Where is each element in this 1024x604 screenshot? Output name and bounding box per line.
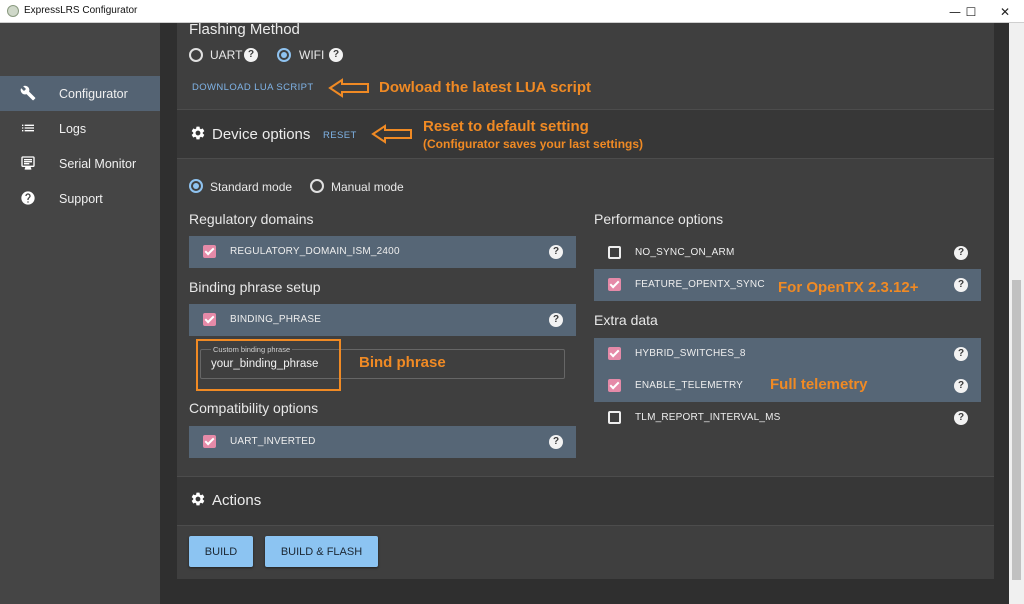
help-circle-icon xyxy=(21,191,35,205)
checkbox[interactable] xyxy=(608,246,621,259)
annotation-lua: Dowload the latest LUA script xyxy=(379,79,591,96)
actions-title: Actions xyxy=(212,492,262,509)
option-hybrid-switches-8[interactable]: HYBRID_SWITCHES_8 ? xyxy=(594,338,981,370)
scrollbar-thumb[interactable] xyxy=(1012,280,1021,580)
main-panel: Flashing Method UART ? WIFI ? DOWNLOAD L… xyxy=(177,21,994,579)
radio-manual-mode[interactable] xyxy=(310,179,324,193)
annotation-telemetry: Full telemetry xyxy=(770,376,868,393)
list-icon xyxy=(22,124,34,132)
checkbox[interactable] xyxy=(203,435,216,448)
arrow-left-icon xyxy=(371,124,412,144)
option-uart-inverted[interactable]: UART_INVERTED ? xyxy=(189,426,576,458)
close-button[interactable]: ✕ xyxy=(982,0,1024,23)
option-label: FEATURE_OPENTX_SYNC xyxy=(635,279,765,290)
option-label: TLM_REPORT_INTERVAL_MS xyxy=(635,412,781,423)
title-bar: ExpressLRS Configurator — ☐ ✕ xyxy=(0,0,1024,23)
uart-help-icon[interactable]: ? xyxy=(244,48,258,62)
help-icon[interactable]: ? xyxy=(549,245,563,259)
checkbox[interactable] xyxy=(608,379,621,392)
monitor-icon xyxy=(21,156,35,170)
app-icon xyxy=(7,5,19,17)
sidebar-item-label: Logs xyxy=(59,122,87,136)
wifi-help-icon[interactable]: ? xyxy=(329,48,343,62)
radio-standard-mode[interactable] xyxy=(189,179,203,193)
checkbox[interactable] xyxy=(608,347,621,360)
option-label: REGULATORY_DOMAIN_ISM_2400 xyxy=(230,246,400,257)
reset-link[interactable]: RESET xyxy=(323,130,357,141)
radio-uart[interactable] xyxy=(189,48,203,62)
build-and-flash-button[interactable]: BUILD & FLASH xyxy=(265,536,378,567)
sidebar-item-configurator[interactable]: Configurator xyxy=(0,76,160,111)
sidebar-item-serial-monitor[interactable]: Serial Monitor xyxy=(0,146,160,181)
gear-icon xyxy=(191,126,205,140)
checkbox[interactable] xyxy=(203,313,216,326)
option-label: BINDING_PHRASE xyxy=(230,314,322,325)
regulatory-domains-title: Regulatory domains xyxy=(189,211,314,227)
option-label: NO_SYNC_ON_ARM xyxy=(635,247,735,258)
help-icon[interactable]: ? xyxy=(954,278,968,292)
help-icon[interactable]: ? xyxy=(549,313,563,327)
annotation-opentx: For OpenTX 2.3.12+ xyxy=(778,279,919,296)
radio-wifi[interactable] xyxy=(277,48,291,62)
sidebar-item-support[interactable]: Support xyxy=(0,181,160,216)
window-title: ExpressLRS Configurator xyxy=(24,5,138,16)
option-tlm-report-interval-ms[interactable]: TLM_REPORT_INTERVAL_MS ? xyxy=(594,402,981,434)
help-icon[interactable]: ? xyxy=(954,379,968,393)
sidebar-item-label: Serial Monitor xyxy=(59,157,137,171)
checkbox[interactable] xyxy=(608,278,621,291)
help-icon[interactable]: ? xyxy=(954,246,968,260)
radio-uart-label: UART xyxy=(210,48,243,62)
radio-wifi-label: WIFI xyxy=(299,48,325,62)
arrow-left-icon xyxy=(328,78,369,98)
flashing-method-title: Flashing Method xyxy=(189,21,300,38)
manual-mode-label: Manual mode xyxy=(331,180,404,194)
sidebar-item-label: Configurator xyxy=(59,87,128,101)
divider xyxy=(177,525,994,526)
option-no-sync-on-arm[interactable]: NO_SYNC_ON_ARM ? xyxy=(594,237,981,269)
option-binding-phrase[interactable]: BINDING_PHRASE ? xyxy=(189,304,576,336)
annotation-reset-note: (Configurator saves your last settings) xyxy=(423,137,644,151)
wrench-icon xyxy=(20,85,36,101)
help-icon[interactable]: ? xyxy=(954,347,968,361)
compatibility-options-title: Compatibility options xyxy=(189,400,319,416)
gear-icon xyxy=(191,492,205,506)
option-label: UART_INVERTED xyxy=(230,436,316,447)
annotation-highlight-box xyxy=(196,339,341,391)
divider xyxy=(177,158,994,159)
actions-header xyxy=(177,477,994,525)
help-icon[interactable]: ? xyxy=(954,411,968,425)
sidebar-item-logs[interactable]: Logs xyxy=(0,111,160,146)
checkbox[interactable] xyxy=(608,411,621,424)
help-icon[interactable]: ? xyxy=(549,435,563,449)
performance-options-title: Performance options xyxy=(594,211,724,227)
checkbox[interactable] xyxy=(203,245,216,258)
sidebar-item-label: Support xyxy=(59,192,103,206)
extra-data-title: Extra data xyxy=(594,312,658,328)
option-label: ENABLE_TELEMETRY xyxy=(635,380,744,391)
binding-phrase-title: Binding phrase setup xyxy=(189,279,321,295)
annotation-reset: Reset to default setting xyxy=(423,118,589,135)
option-regulatory-domain-ism-2400[interactable]: REGULATORY_DOMAIN_ISM_2400 ? xyxy=(189,236,576,268)
option-label: HYBRID_SWITCHES_8 xyxy=(635,348,746,359)
download-lua-link[interactable]: DOWNLOAD LUA SCRIPT xyxy=(192,82,314,93)
build-button[interactable]: BUILD xyxy=(189,536,253,567)
annotation-bind: Bind phrase xyxy=(359,354,446,371)
standard-mode-label: Standard mode xyxy=(210,180,293,194)
sidebar: Configurator Logs Serial Monitor Support xyxy=(0,23,160,604)
device-options-title: Device options xyxy=(212,126,311,143)
